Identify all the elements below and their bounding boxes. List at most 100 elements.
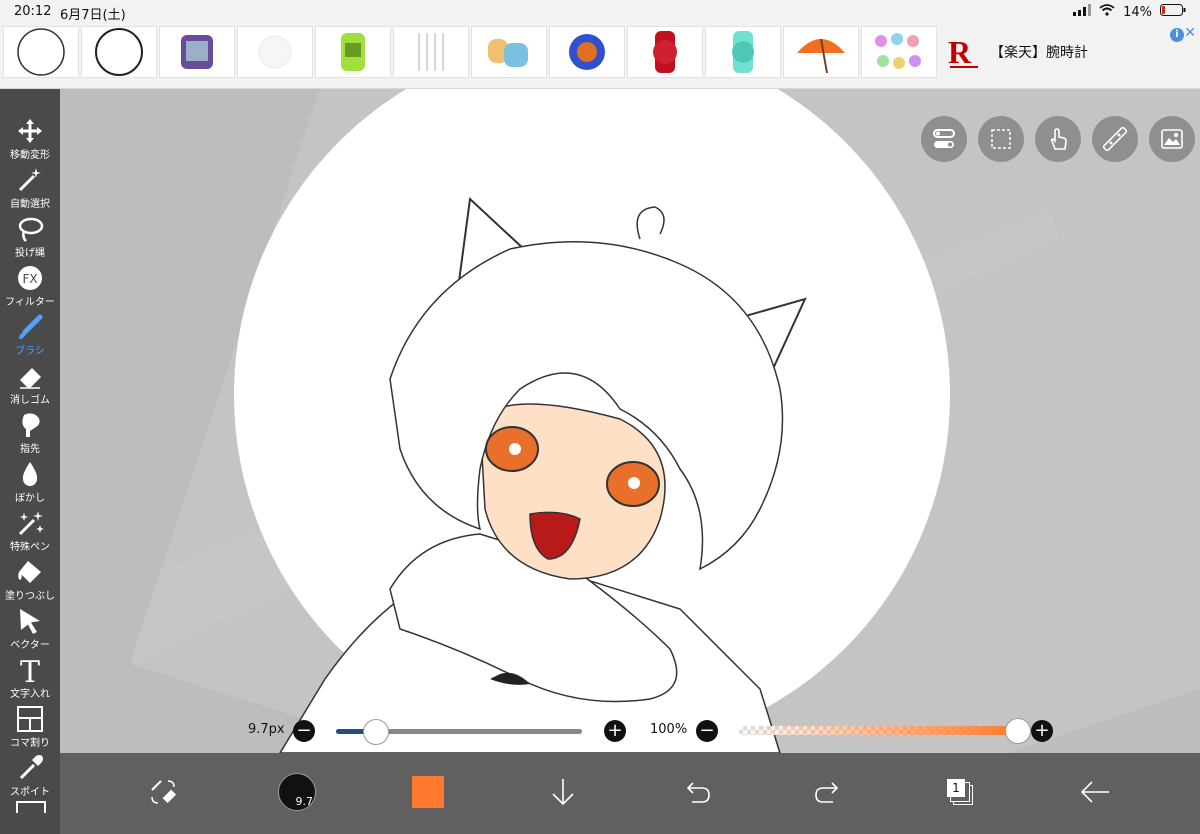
ad-thumb-3[interactable]: [159, 26, 235, 78]
opacity-knob[interactable]: [1005, 718, 1031, 744]
opacity-slider[interactable]: [739, 718, 1031, 744]
fx-glyph: FX: [22, 272, 37, 286]
drop-icon: [22, 462, 38, 486]
toggle-panel-button[interactable]: [921, 116, 967, 162]
tool-special-pen[interactable]: 特殊ペン: [0, 505, 60, 554]
ad-thumb-8[interactable]: [549, 26, 625, 78]
material-button[interactable]: [1149, 116, 1195, 162]
layers-icon: 1: [945, 777, 975, 807]
ad-thumb-10[interactable]: [705, 26, 781, 78]
dashed-selection-icon: [991, 129, 1011, 149]
tool-label: スポイト: [10, 787, 50, 798]
tool-eraser[interactable]: 消しゴム: [0, 358, 60, 407]
tool-brush[interactable]: ブラシ: [0, 309, 60, 358]
drawing-canvas[interactable]: [60, 89, 1200, 753]
finger-icon: [22, 413, 40, 437]
cursor-arrow-icon: [20, 609, 40, 634]
ad-thumb-7[interactable]: [471, 26, 547, 78]
wifi-icon: [1099, 4, 1115, 20]
ad-thumb-12[interactable]: [861, 26, 937, 78]
redo-button[interactable]: [803, 767, 853, 817]
bottom-toolbar: 9.7 1: [60, 753, 1200, 834]
artwork[interactable]: [60, 89, 1200, 753]
tool-eyedropper[interactable]: スポイト: [0, 750, 60, 799]
status-right: 14%: [1073, 4, 1186, 20]
ruler-button[interactable]: [1092, 116, 1138, 162]
tool-lasso[interactable]: 投げ縄: [0, 211, 60, 260]
status-bar: 20:12 6月7日(土) 14%: [0, 0, 1200, 24]
ad-banner[interactable]: R 【楽天】腕時計 i ✕: [0, 24, 1200, 89]
tool-label: 文字入れ: [10, 689, 50, 700]
undo-icon: [686, 782, 710, 803]
tool-blur[interactable]: ぼかし: [0, 456, 60, 505]
ad-thumb-11[interactable]: [783, 26, 859, 78]
back-button[interactable]: [1070, 767, 1120, 817]
battery-icon: [1160, 4, 1186, 20]
tool-filter[interactable]: FX フィルター: [0, 260, 60, 309]
tool-move[interactable]: 移動変形: [0, 113, 60, 162]
tool-label: 投げ縄: [15, 248, 45, 259]
color-swatch-icon: [412, 776, 444, 808]
status-time: 20:12: [14, 4, 52, 19]
tool-vector[interactable]: ベクター: [0, 603, 60, 652]
color-button[interactable]: [403, 767, 453, 817]
status-date: 6月7日(土): [60, 8, 126, 23]
tool-label: 指先: [20, 444, 40, 455]
download-button[interactable]: [538, 767, 588, 817]
brush-sliders: 9.7px − + 100% − +: [0, 713, 1200, 749]
image-icon: [1161, 129, 1183, 149]
ad-thumb-4[interactable]: [237, 26, 313, 78]
layers-count: 1: [947, 779, 965, 797]
opacity-minus-button[interactable]: −: [696, 720, 718, 742]
sparkle-pen-icon: [18, 511, 44, 536]
tool-more-icon[interactable]: [16, 801, 46, 813]
ruler-icon: [1103, 127, 1127, 151]
brush-size-knob[interactable]: [363, 719, 390, 745]
tool-label: 自動選択: [10, 199, 50, 210]
text-icon: T: [20, 656, 40, 684]
undo-button[interactable]: [672, 767, 722, 817]
ad-text[interactable]: 【楽天】腕時計: [990, 42, 1088, 62]
tool-label: ベクター: [10, 640, 50, 651]
tool-finger[interactable]: 指先: [0, 407, 60, 456]
ad-thumb-1[interactable]: [3, 26, 79, 78]
eraser-icon: [20, 368, 41, 389]
tool-label: フィルター: [5, 297, 55, 308]
redo-icon: [815, 782, 839, 803]
brush-icon: [19, 314, 43, 339]
brush-size-slider[interactable]: [336, 719, 582, 745]
brush-size-button[interactable]: 9.7: [272, 767, 322, 817]
toggle-icon: [933, 129, 955, 148]
brush-size-label: 9.7px: [248, 722, 285, 737]
opacity-plus-button[interactable]: +: [1031, 720, 1053, 742]
brush-size-small-text: 9.7: [295, 795, 314, 808]
brush-size-minus-button[interactable]: −: [293, 720, 315, 742]
brush-eraser-swap-icon: [151, 780, 177, 804]
rakuten-logo: R: [948, 34, 978, 71]
swap-tool-button[interactable]: [138, 767, 188, 817]
tool-text[interactable]: T 文字入れ: [0, 652, 60, 701]
ad-thumb-5[interactable]: [315, 26, 391, 78]
ad-logo-text: R: [948, 34, 972, 70]
eyedropper-icon: [19, 755, 43, 780]
fx-icon: FX: [18, 266, 42, 290]
tool-fill[interactable]: 塗りつぶし: [0, 554, 60, 603]
close-icon[interactable]: ✕: [1184, 25, 1196, 41]
move-arrows-icon: [18, 119, 42, 143]
layers-button[interactable]: 1: [935, 767, 985, 817]
ad-thumb-9[interactable]: [627, 26, 703, 78]
selection-button[interactable]: [978, 116, 1024, 162]
arrow-down-icon: [552, 779, 574, 806]
tool-label: 移動変形: [10, 150, 50, 161]
tool-auto-select[interactable]: 自動選択: [0, 162, 60, 211]
signal-icon: [1073, 4, 1092, 20]
tool-label: ブラシ: [15, 346, 45, 357]
info-icon[interactable]: i: [1170, 28, 1184, 42]
magic-wand-icon: [18, 168, 41, 192]
ad-thumb-6[interactable]: [393, 26, 469, 78]
bucket-icon: [18, 561, 41, 583]
ad-thumb-2[interactable]: [81, 26, 157, 78]
hand-button[interactable]: [1035, 116, 1081, 162]
tool-label: 消しゴム: [10, 395, 50, 406]
brush-size-plus-button[interactable]: +: [604, 720, 626, 742]
